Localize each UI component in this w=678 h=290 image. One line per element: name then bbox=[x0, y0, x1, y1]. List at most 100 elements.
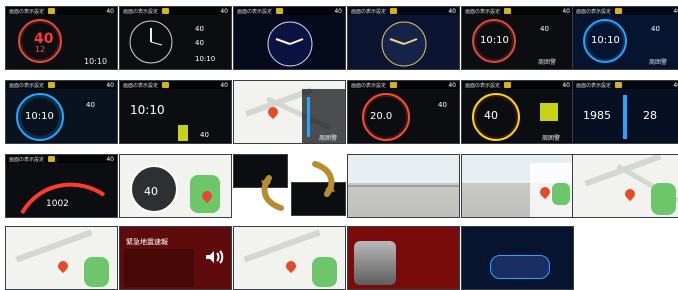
badge-icon bbox=[48, 82, 56, 88]
tile-r1c5[interactable]: 画面の表示設定 40 10:10 40 周囲警 bbox=[461, 6, 574, 70]
tile-r3c1[interactable]: 画面の表示設定 40 1002 bbox=[5, 154, 118, 218]
alert-speaker-icon bbox=[206, 250, 224, 264]
speed: 40 bbox=[484, 109, 498, 122]
tire-diagram-icon bbox=[490, 255, 550, 279]
time: 10:10 bbox=[130, 103, 165, 117]
notice-body bbox=[124, 249, 194, 287]
tile-r2c3[interactable]: 周囲警 bbox=[233, 80, 346, 144]
tile-topbar: 画面の表示設定 40 bbox=[234, 7, 345, 15]
tile-topbar: 画面の表示設定 40 bbox=[120, 7, 231, 15]
swap-arrows-icon bbox=[261, 161, 335, 211]
time: 10:10 bbox=[84, 57, 108, 66]
badge-icon bbox=[504, 82, 512, 88]
tile-r3c2[interactable]: 40 bbox=[119, 154, 232, 218]
tile-number: 40 bbox=[106, 82, 114, 89]
clock-icon bbox=[381, 21, 427, 67]
tile-r3c6[interactable] bbox=[572, 154, 678, 218]
badge-icon bbox=[615, 8, 623, 14]
green-area bbox=[84, 257, 109, 287]
badge-icon bbox=[162, 82, 170, 88]
tile-topbar: 画面の表示設定 40 bbox=[462, 81, 573, 89]
right-mid: 40 bbox=[195, 39, 204, 47]
tile-title: 画面の表示設定 bbox=[351, 82, 387, 89]
notice-title: 緊急地震速報 bbox=[126, 238, 168, 246]
tile-number: 40 bbox=[448, 8, 456, 15]
badge-icon bbox=[48, 8, 56, 14]
tile-number: 40 bbox=[106, 156, 114, 163]
right-top: 40 bbox=[86, 101, 95, 109]
tile-title: 画面の表示設定 bbox=[9, 156, 45, 163]
tile-topbar: 画面の表示設定 40 bbox=[6, 81, 117, 89]
tile-topbar: 画面の表示設定 40 bbox=[120, 81, 231, 89]
horizon-line bbox=[348, 185, 459, 187]
lane-icon bbox=[540, 103, 558, 121]
tile-title: 画面の表示設定 bbox=[9, 8, 45, 15]
tile-number: 40 bbox=[448, 82, 456, 89]
tile-r3c4[interactable] bbox=[347, 154, 460, 218]
tile-r2c6[interactable]: 画面の表示設定 40 1985 28 bbox=[572, 80, 678, 144]
tile-title: 画面の表示設定 bbox=[576, 8, 612, 15]
tile-topbar: 画面の表示設定 40 bbox=[348, 81, 459, 89]
tile-r1c4[interactable]: 画面の表示設定 40 bbox=[347, 6, 460, 70]
tile-number: 40 bbox=[673, 8, 678, 15]
badge-icon bbox=[504, 8, 512, 14]
green-area bbox=[651, 183, 676, 215]
time: 10:10 bbox=[480, 35, 509, 46]
tile-r1c3[interactable]: 画面の表示設定 40 bbox=[233, 6, 346, 70]
tile-r1c6[interactable]: 画面の表示設定 40 10:10 40 周囲警 bbox=[572, 6, 678, 70]
tile-title: 画面の表示設定 bbox=[123, 8, 159, 15]
time: 10:10 bbox=[25, 111, 54, 122]
tile-title: 画面の表示設定 bbox=[123, 82, 159, 89]
badge-icon bbox=[390, 8, 398, 14]
tile-number: 40 bbox=[220, 82, 228, 89]
tile-r4c3[interactable] bbox=[233, 226, 346, 290]
right-bottom: 周囲警 bbox=[649, 59, 668, 66]
right-bottom: 10:10 bbox=[195, 55, 216, 63]
tile-r3c5[interactable] bbox=[461, 154, 574, 218]
right-top: 40 bbox=[651, 25, 660, 33]
red-arc-icon bbox=[20, 182, 106, 215]
tile-r4c1[interactable] bbox=[5, 226, 118, 290]
tile-r1c1[interactable]: 画面の表示設定 40 40 12 10:10 bbox=[5, 6, 118, 70]
badge-icon bbox=[390, 82, 398, 88]
tile-r2c5[interactable]: 画面の表示設定 40 40 周囲警 bbox=[461, 80, 574, 144]
clock-icon bbox=[267, 21, 313, 67]
speed: 20.0 bbox=[370, 111, 393, 122]
right-top: 40 bbox=[200, 131, 209, 139]
right-label: 周囲警 bbox=[319, 135, 338, 142]
value: 1002 bbox=[46, 199, 69, 209]
clock-icon bbox=[129, 20, 173, 64]
tile-r2c4[interactable]: 画面の表示設定 40 20.0 40 bbox=[347, 80, 460, 144]
right-top: 40 bbox=[540, 25, 549, 33]
tile-r3c3[interactable] bbox=[233, 154, 346, 218]
blue-bar-icon bbox=[623, 95, 627, 139]
tile-r2c1[interactable]: 画面の表示設定 40 10:10 40 bbox=[5, 80, 118, 144]
tile-number: 40 bbox=[673, 82, 678, 89]
green-area bbox=[312, 257, 337, 287]
badge-icon bbox=[162, 8, 170, 14]
tile-number: 40 bbox=[220, 8, 228, 15]
yellow-gauge-icon bbox=[178, 125, 188, 141]
right-top: 40 bbox=[195, 25, 204, 33]
tile-r2c2[interactable]: 画面の表示設定 40 10:10 40 bbox=[119, 80, 232, 144]
tile-title: 画面の表示設定 bbox=[237, 8, 273, 15]
tile-number: 40 bbox=[562, 82, 570, 89]
tile-topbar: 画面の表示設定 40 bbox=[6, 155, 117, 163]
tile-topbar: 画面の表示設定 40 bbox=[573, 7, 678, 15]
tile-title: 画面の表示設定 bbox=[465, 82, 501, 89]
sub-value: 12 bbox=[35, 45, 46, 54]
tile-title: 画面の表示設定 bbox=[576, 82, 612, 89]
tile-r4c2[interactable]: 緊急地震速報 bbox=[119, 226, 232, 290]
blue-meter-icon bbox=[307, 97, 310, 137]
right-value: 28 bbox=[643, 109, 657, 122]
tile-r4c5[interactable] bbox=[461, 226, 574, 290]
tile-number: 40 bbox=[562, 8, 570, 15]
badge-icon bbox=[276, 8, 284, 14]
tile-r1c2[interactable]: 画面の表示設定 40 40 40 10:10 bbox=[119, 6, 232, 70]
tile-topbar: 画面の表示設定 40 bbox=[462, 7, 573, 15]
tile-topbar: 画面の表示設定 40 bbox=[348, 7, 459, 15]
tile-r4c4[interactable] bbox=[347, 226, 460, 290]
speed: 40 bbox=[144, 185, 158, 198]
left-value: 1985 bbox=[583, 109, 611, 122]
tile-number: 40 bbox=[334, 8, 342, 15]
